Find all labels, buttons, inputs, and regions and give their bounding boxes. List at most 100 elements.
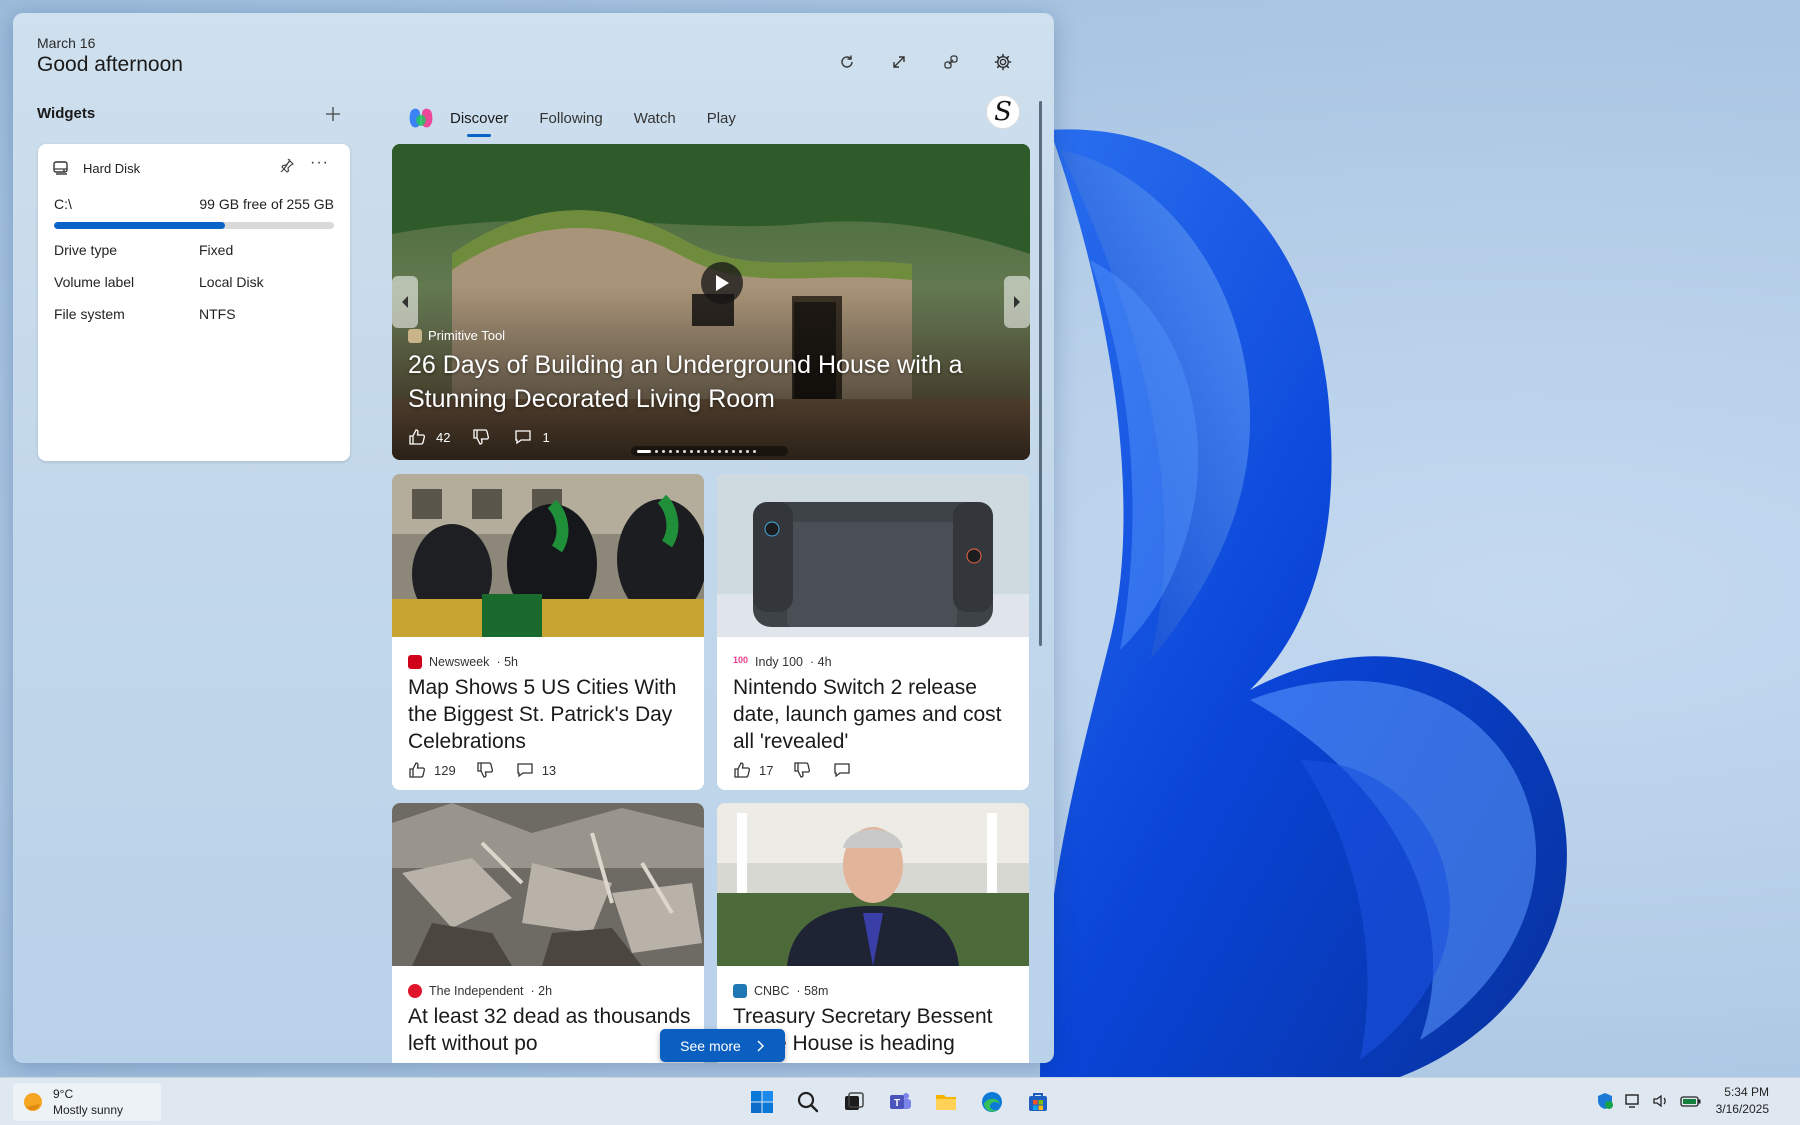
news-card[interactable]: 100 Indy 100 · 4h Nintendo Switch 2 releas… — [717, 474, 1029, 790]
pin-board-button[interactable] — [934, 45, 968, 79]
profile-avatar[interactable]: S — [986, 95, 1020, 129]
carousel-dot[interactable] — [676, 449, 679, 453]
add-widget-button[interactable] — [318, 99, 348, 129]
hero-next-button[interactable] — [1004, 276, 1030, 328]
like-count: 17 — [759, 762, 774, 778]
widget-title: Hard Disk — [83, 161, 141, 176]
carousel-dot[interactable] — [732, 449, 735, 453]
card-time: · 4h — [810, 655, 832, 669]
news-card[interactable]: The Independent · 2h At least 32 dead as … — [392, 803, 704, 1063]
expand-button[interactable] — [882, 45, 916, 79]
carousel-dot[interactable] — [662, 449, 665, 453]
news-card[interactable]: Newsweek · 5h Map Shows 5 US Cities With … — [392, 474, 704, 790]
carousel-indicator[interactable] — [631, 446, 788, 456]
tab-play[interactable]: Play — [707, 99, 736, 139]
news-card[interactable]: CNBC · 58m Treasury Secretary Bessent Whi… — [717, 803, 1029, 1063]
volume-label-label: Volume label — [54, 274, 135, 290]
settings-button[interactable] — [986, 45, 1020, 79]
store-icon — [1029, 1093, 1047, 1111]
carousel-dot[interactable] — [746, 449, 749, 453]
tab-watch[interactable]: Watch — [634, 99, 676, 139]
teams-button[interactable]: T — [882, 1085, 918, 1119]
cnbc-logo — [733, 984, 747, 998]
refresh-button[interactable] — [830, 45, 864, 79]
security-icon[interactable] — [1596, 1092, 1614, 1110]
carousel-dot[interactable] — [704, 449, 707, 453]
refresh-icon — [841, 55, 853, 68]
drive-free-space: 99 GB free of 255 GB — [199, 196, 334, 212]
carousel-dot[interactable] — [718, 449, 721, 453]
card-source: Newsweek · 5h — [408, 655, 518, 669]
start-button[interactable] — [744, 1085, 780, 1119]
file-system-label: File system — [54, 306, 125, 322]
carousel-dot[interactable] — [725, 449, 728, 453]
edge-button[interactable] — [974, 1085, 1010, 1119]
comment-icon[interactable] — [516, 761, 534, 779]
thumbs-down-icon[interactable] — [793, 761, 811, 779]
card-reactions: 129 13 — [408, 761, 556, 779]
thumbs-up-icon[interactable] — [733, 761, 751, 779]
search-button[interactable] — [790, 1085, 826, 1119]
hard-disk-widget[interactable]: Hard Disk ··· C:\ 99 GB free of 255 GB D… — [38, 144, 350, 461]
store-button[interactable] — [1020, 1085, 1056, 1119]
system-tray — [1596, 1092, 1702, 1110]
carousel-dot[interactable] — [697, 449, 700, 453]
news-feed: Primitive Tool 26 Days of Building an Un… — [392, 144, 1030, 1063]
card-title[interactable]: Nintendo Switch 2 release date, launch g… — [733, 674, 1018, 755]
card-title[interactable]: At least 32 dead as thousands left witho… — [408, 1003, 693, 1057]
svg-text:T: T — [894, 1098, 900, 1109]
tab-following[interactable]: Following — [539, 99, 602, 139]
more-options-button[interactable]: ··· — [310, 154, 329, 172]
thumbs-down-icon[interactable] — [476, 761, 494, 779]
volume-icon[interactable] — [1652, 1092, 1670, 1110]
pin-icon[interactable] — [279, 157, 295, 173]
card-source-name: Indy 100 — [755, 655, 803, 669]
feed-tabs: Discover Following Watch Play — [450, 99, 767, 139]
card-source-name: CNBC — [754, 984, 790, 998]
play-button[interactable] — [701, 262, 743, 304]
chevron-left-icon — [402, 296, 408, 308]
header-date: March 16 — [37, 35, 96, 51]
battery-icon[interactable] — [1680, 1092, 1702, 1110]
card-title[interactable]: Map Shows 5 US Cities With the Biggest S… — [408, 674, 693, 755]
card-source-name: The Independent — [429, 984, 524, 998]
comment-count: 13 — [541, 762, 557, 778]
file-explorer-button[interactable] — [928, 1085, 964, 1119]
copilot-icon[interactable] — [403, 101, 439, 137]
taskbar-clock[interactable]: 5:34 PM 3/16/2025 — [1716, 1084, 1769, 1118]
weather-condition: Mostly sunny — [53, 1103, 124, 1117]
hero-video-card[interactable]: Primitive Tool 26 Days of Building an Un… — [392, 144, 1030, 460]
teams-icon: T — [890, 1093, 911, 1109]
carousel-dot[interactable] — [637, 449, 651, 453]
carousel-dot[interactable] — [655, 449, 658, 453]
clock-time: 5:34 PM — [1724, 1085, 1769, 1099]
see-more-button[interactable]: See more — [660, 1029, 785, 1062]
hero-source: Primitive Tool — [428, 328, 506, 343]
widgets-heading: Widgets — [37, 105, 96, 122]
carousel-dot[interactable] — [683, 449, 686, 453]
carousel-dot[interactable] — [753, 449, 756, 453]
weather-widget-button[interactable]: 9°C Mostly sunny — [13, 1083, 161, 1121]
feed-scrollbar[interactable] — [1039, 101, 1042, 646]
carousel-dot[interactable] — [739, 449, 742, 453]
display-icon[interactable] — [1624, 1092, 1642, 1110]
hero-prev-button[interactable] — [392, 276, 418, 328]
thumbs-up-icon[interactable] — [408, 761, 426, 779]
thumbs-up-icon[interactable] — [408, 428, 426, 446]
comment-icon[interactable] — [833, 761, 851, 779]
card-time: · 2h — [530, 984, 553, 998]
task-view-button[interactable] — [836, 1085, 872, 1119]
carousel-dot[interactable] — [669, 449, 672, 453]
carousel-dot[interactable] — [690, 449, 693, 453]
play-icon — [716, 275, 729, 291]
hero-title[interactable]: 26 Days of Building an Underground House… — [408, 348, 1008, 416]
thumbs-down-icon[interactable] — [472, 428, 490, 446]
comment-icon[interactable] — [514, 428, 532, 446]
tab-discover[interactable]: Discover — [450, 99, 508, 139]
edge-icon — [982, 1092, 1002, 1112]
hero-comment-count: 1 — [542, 429, 550, 445]
header-actions — [830, 45, 1020, 79]
sun-icon — [24, 1093, 42, 1111]
independent-logo — [408, 984, 422, 998]
carousel-dot[interactable] — [711, 449, 714, 453]
